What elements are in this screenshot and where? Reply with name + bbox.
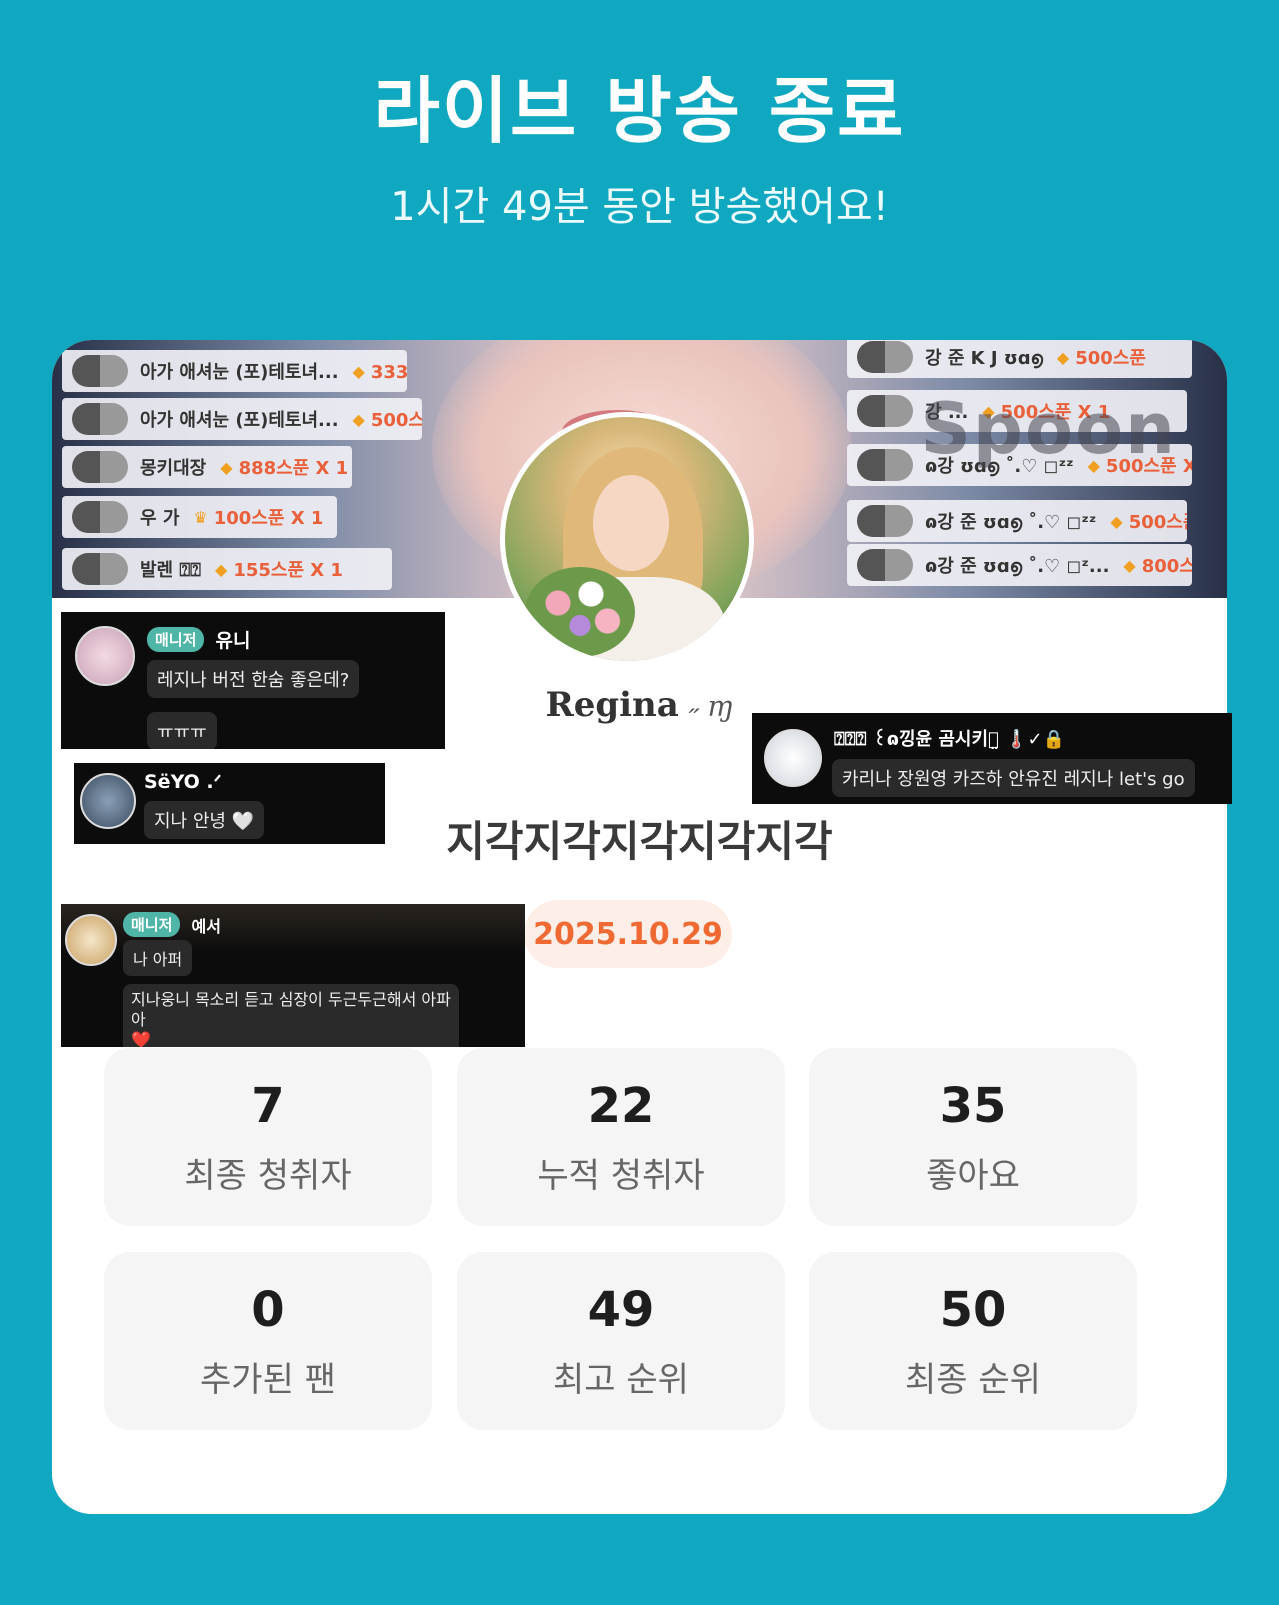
stat-likes: 35 좋아요 <box>809 1048 1137 1226</box>
stat-label: 최종 청취자 <box>184 1156 352 1196</box>
chat-message: 나 아퍼 <box>123 940 193 976</box>
chat-username: ⍰⍰⍰ ꒰ɷ낑윤 곰시키ꪔ̤ 🌡️✓🔒 <box>834 729 1066 750</box>
chat-message: 지나 안녕 🤍 <box>144 801 265 839</box>
gift-amount: 888스푼 X 1 <box>238 458 349 479</box>
manager-badge: 매니저 <box>147 627 205 652</box>
gift-avatar <box>857 505 913 537</box>
chat-message-text: 지나웅니 목소리 듣고 심장이 두근두근해서 아파아 <box>131 990 451 1029</box>
gift-avatar <box>72 403 128 435</box>
stat-label: 최종 순위 <box>905 1360 1041 1400</box>
gift-sender: ɷ강 준 ʊɑ൭ ˚.♡ ◻ᶻᶻ <box>925 512 1097 533</box>
chat-message: 지나웅니 목소리 듣고 심장이 두근두근해서 아파아 ❤️ <box>123 984 459 1047</box>
gift-sender: 우 가 <box>140 508 180 529</box>
gift-avatar <box>72 553 128 585</box>
gift-sender: 아가 애셔눈 (포)테토녀... <box>140 362 339 383</box>
stat-value: 50 <box>939 1282 1007 1338</box>
stat-value: 49 <box>587 1282 655 1338</box>
spoon-logo-watermark: Spoon <box>920 388 1177 470</box>
gift-sender: 강 준 K J ʊɑ൭ <box>925 348 1043 369</box>
stat-label: 누적 청취자 <box>537 1156 705 1196</box>
gift-amount: 500스푼 <box>1075 348 1146 369</box>
heart-emoji: ❤️ <box>131 1030 151 1047</box>
profile-name-text: Regina <box>545 685 679 725</box>
gift-row: 우 가 ♛ 100스푼 X 1 <box>62 496 337 538</box>
profile-avatar[interactable] <box>500 412 754 666</box>
chat-username: 유니 <box>215 630 251 652</box>
stat-value: 0 <box>251 1282 285 1338</box>
gift-amount: 155스푼 X 1 <box>233 560 343 581</box>
chat-overlay-seyo: SëYO .ᐟ 지나 안녕 🤍 <box>74 763 385 844</box>
gift-amount: 500스푼 X 1 <box>1128 512 1187 533</box>
chat-overlay-yuni: 매니저 유니 레지나 버전 한숨 좋은데? ㅠㅠㅠ <box>61 612 445 749</box>
gift-row: 아가 애셔눈 (포)테토녀... ◆ 333스푼 X 1 <box>62 350 407 392</box>
user-avatar <box>75 626 135 686</box>
stat-label: 최고 순위 <box>553 1360 689 1400</box>
stat-new-fans: 0 추가된 팬 <box>104 1252 432 1430</box>
user-avatar <box>65 914 117 966</box>
stat-final-rank: 50 최종 순위 <box>809 1252 1137 1430</box>
gift-row: 아가 애셔눈 (포)테토녀... ◆ 500스푼 X 1 <box>62 398 422 440</box>
profile-name-decoration: ˶ ɱ <box>688 690 734 723</box>
gift-sender: 몽키대장 <box>140 458 207 479</box>
gift-avatar <box>857 395 913 427</box>
broadcast-date-badge: 2025.10.29 <box>524 900 732 968</box>
chat-overlay-kkingyun: ⍰⍰⍰ ꒰ɷ낑윤 곰시키ꪔ̤ 🌡️✓🔒 카리나 장원영 카즈하 안유진 레지나 … <box>752 713 1232 804</box>
gift-row: ɷ강 준 ʊɑ൭ ˚.♡ ◻ᶻᶻ ◆ 500스푼 X 1 <box>847 500 1187 542</box>
stat-final-listeners: 7 최종 청취자 <box>104 1048 432 1226</box>
gift-avatar <box>857 549 913 581</box>
gift-amount: 100스푼 X 1 <box>213 508 324 529</box>
stat-highest-rank: 49 최고 순위 <box>457 1252 785 1430</box>
chat-username: SëYO .ᐟ <box>144 771 222 793</box>
gift-amount: 333스푼 X 1 <box>370 362 407 383</box>
spoon-icon: ◆ <box>220 457 233 477</box>
gift-sender: 아가 애셔눈 (포)테토녀... <box>140 410 339 431</box>
page-title: 라이브 방송 종료 <box>373 69 906 153</box>
spoon-icon: ◆ <box>215 559 228 579</box>
broadcast-duration-text: 1시간 49분 동안 방송했어요! <box>390 184 889 230</box>
gift-avatar <box>72 501 128 533</box>
chat-message: 레지나 버전 한숨 좋은데? <box>147 660 360 698</box>
stat-value: 7 <box>251 1078 285 1134</box>
gift-row: ɷ강 준 ʊɑ൭ ˚.♡ ◻ᶻ... ◆ 800스푼 X 1 <box>847 544 1192 586</box>
chat-overlay-yeseo: 매니저 예서 나 아퍼 지나웅니 목소리 듣고 심장이 두근두근해서 아파아 ❤… <box>61 904 525 1047</box>
user-avatar <box>764 729 822 787</box>
chat-username: 예서 <box>191 916 221 936</box>
gift-avatar <box>72 355 128 387</box>
spoon-icon: ◆ <box>352 409 365 429</box>
chat-message: ㅠㅠㅠ <box>147 712 217 749</box>
gift-amount: 800스푼 X 1 <box>1141 556 1192 577</box>
gift-sender: ɷ강 준 ʊɑ൭ ˚.♡ ◻ᶻ... <box>925 556 1110 577</box>
manager-badge: 매니저 <box>123 912 181 937</box>
spoon-icon: ◆ <box>1110 511 1123 531</box>
gift-row: 몽키대장 ◆ 888스푼 X 1 <box>62 446 352 488</box>
gift-row: 강 준 K J ʊɑ൭ ◆ 500스푼 <box>847 340 1192 378</box>
spoon-icon: ◆ <box>1123 555 1136 575</box>
crown-icon: ♛ <box>193 507 208 527</box>
stat-label: 좋아요 <box>926 1156 1020 1196</box>
chat-message: 카리나 장원영 카즈하 안유진 레지나 let's go <box>832 759 1195 797</box>
gift-avatar <box>857 449 913 481</box>
stat-label: 추가된 팬 <box>200 1360 336 1400</box>
gift-avatar <box>857 341 913 373</box>
stat-value: 22 <box>587 1078 655 1134</box>
gift-sender: 발렌 ⍰⍰ <box>140 560 201 581</box>
stat-value: 35 <box>939 1078 1007 1134</box>
stat-total-listeners: 22 누적 청취자 <box>457 1048 785 1226</box>
gift-avatar <box>72 451 128 483</box>
spoon-icon: ◆ <box>1056 347 1070 367</box>
spoon-icon: ◆ <box>352 361 365 381</box>
user-avatar <box>80 773 136 829</box>
gift-row: 발렌 ⍰⍰ ◆ 155스푼 X 1 <box>62 548 392 590</box>
gift-amount: 500스푼 X 1 <box>370 410 422 431</box>
